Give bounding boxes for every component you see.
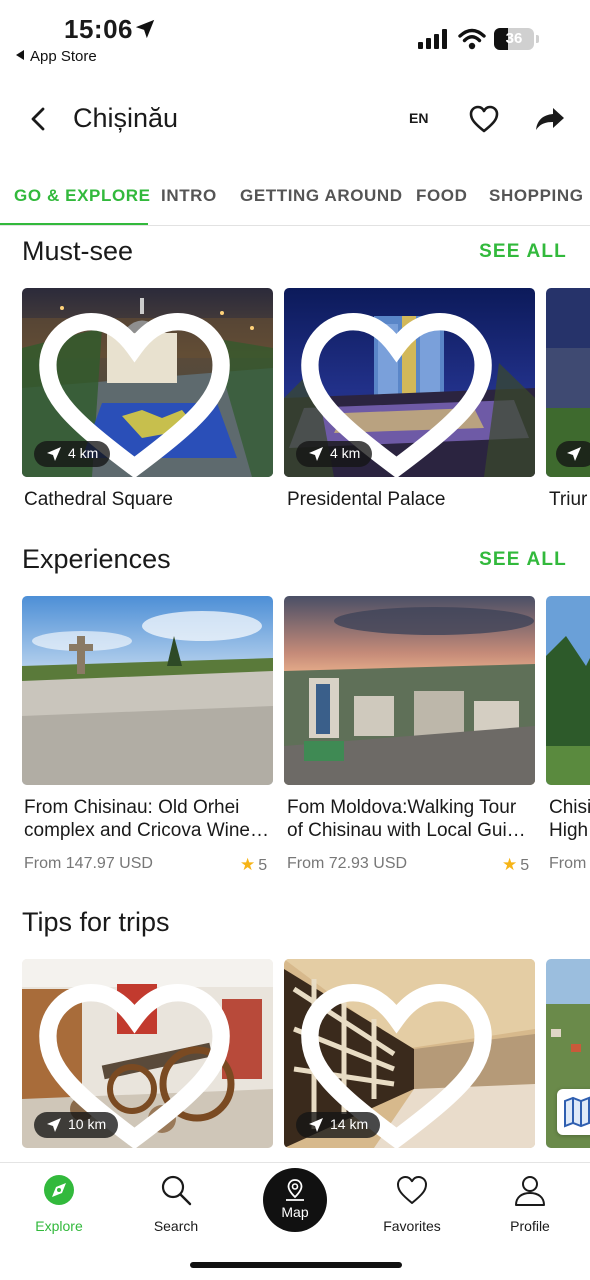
- battery-percent: 36: [505, 30, 523, 47]
- triumphal-arch-image[interactable]: [546, 288, 590, 477]
- language-selector[interactable]: EN: [409, 110, 428, 126]
- experiences-see-all-button[interactable]: SEE ALL: [479, 549, 567, 571]
- presidental-palace-image[interactable]: 4 km: [284, 288, 535, 477]
- rating-value: 5: [258, 857, 268, 874]
- category-tabs: GO & EXPLORE INTRO GETTING AROUND FOOD S…: [0, 172, 590, 226]
- experience-rating: ★ 5: [502, 855, 529, 875]
- experience-title-text: Fom Moldova:Walking Tour of Chisinau wit…: [287, 797, 526, 841]
- nav-explore[interactable]: Explore: [9, 1173, 109, 1234]
- city-aerial-photo: [284, 596, 535, 785]
- card-title-old-orhei[interactable]: From Chisinau: Old Orhei complex and Cri…: [24, 796, 274, 842]
- museum-tip-image[interactable]: 10 km: [22, 959, 273, 1148]
- battery-indicator: 36: [494, 28, 534, 50]
- card-title-walking-tour[interactable]: Fom Moldova:Walking Tour of Chisinau wit…: [287, 796, 537, 842]
- distance-label: 4 km: [330, 445, 361, 461]
- person-icon: [515, 1176, 545, 1206]
- compass-icon: [44, 1175, 74, 1205]
- navigation-arrow-icon: [309, 447, 323, 461]
- navigation-arrow-icon: [47, 1118, 61, 1132]
- navigation-arrow-icon: [309, 1118, 323, 1132]
- distance-badge: [556, 441, 590, 467]
- distance-label: 14 km: [330, 1116, 369, 1132]
- navigation-arrow-icon: [47, 447, 61, 461]
- card-title-third-experience[interactable]: Chisi High: [549, 796, 590, 842]
- distance-label: 4 km: [68, 445, 99, 461]
- walking-tour-image[interactable]: [284, 596, 535, 785]
- nav-favorites[interactable]: Favorites: [362, 1173, 462, 1234]
- distance-badge: 14 km: [296, 1112, 381, 1138]
- home-indicator: [190, 1262, 402, 1268]
- card-title-presidental-palace[interactable]: Presidental Palace: [287, 488, 537, 511]
- tips-title: Tips for trips: [22, 907, 170, 937]
- star-icon: ★: [240, 855, 256, 874]
- battery-tip: [536, 35, 539, 43]
- back-arrow-icon[interactable]: [24, 104, 54, 134]
- nav-label: Search: [153, 1218, 199, 1234]
- tab-intro[interactable]: INTRO: [161, 186, 217, 206]
- nav-profile[interactable]: Profile: [480, 1173, 580, 1234]
- back-app-label: App Store: [30, 48, 97, 65]
- experience-price: From: [549, 855, 587, 872]
- back-to-app-store[interactable]: App Store: [16, 48, 97, 65]
- third-experience-image[interactable]: [546, 596, 590, 785]
- card-title-cathedral-square[interactable]: Cathedral Square: [24, 488, 274, 511]
- cellular-signal-icon: [418, 29, 447, 49]
- tab-getting-around[interactable]: GETTING AROUND: [240, 186, 403, 206]
- location-arrow-icon: [135, 19, 155, 39]
- experiences-title: Experiences: [22, 544, 171, 574]
- distance-badge: 4 km: [34, 441, 111, 467]
- active-tab-indicator: [0, 223, 148, 225]
- tab-food[interactable]: FOOD: [416, 186, 468, 206]
- nav-label: Favorites: [383, 1218, 441, 1234]
- map-pin-icon: [286, 1179, 304, 1201]
- nav-search[interactable]: Search: [126, 1173, 226, 1234]
- share-arrow-icon[interactable]: [534, 104, 566, 134]
- tab-shopping[interactable]: SHOPPING: [489, 186, 584, 206]
- forest-photo: [546, 596, 590, 785]
- back-triangle-icon: [16, 50, 24, 60]
- heart-icon: [397, 1176, 427, 1204]
- map-view-button[interactable]: [557, 1089, 590, 1135]
- favorite-heart-icon[interactable]: [468, 104, 500, 134]
- experience-price: From 72.93 USD: [287, 855, 408, 872]
- nav-map[interactable]: Map: [263, 1168, 327, 1232]
- nav-label: Map: [281, 1204, 309, 1220]
- tab-go-explore[interactable]: GO & EXPLORE: [14, 186, 151, 206]
- wifi-icon: [458, 28, 486, 50]
- folded-map-icon: [564, 1096, 590, 1128]
- distance-label: 10 km: [68, 1116, 107, 1132]
- cathedral-square-image[interactable]: 4 km: [22, 288, 273, 477]
- card-title-triumphal-arch[interactable]: Triur: [549, 488, 590, 511]
- navigation-arrow-icon: [567, 447, 581, 461]
- experience-title-text: From Chisinau: Old Orhei complex and Cri…: [24, 797, 269, 841]
- status-time: 15:06: [64, 14, 133, 44]
- experience-price: From 147.97 USD: [24, 855, 153, 872]
- rating-value: 5: [520, 857, 530, 874]
- star-icon: ★: [502, 855, 518, 874]
- page-title: Chișinău: [73, 103, 179, 133]
- city-header: Chișinău EN: [0, 88, 590, 152]
- status-bar: 15:06 App Store 36: [0, 0, 590, 70]
- old-orhei-image[interactable]: [22, 596, 273, 785]
- nav-label: Profile: [510, 1218, 550, 1234]
- experience-rating: ★ 5: [240, 855, 267, 875]
- nav-label: Explore: [35, 1218, 83, 1234]
- distance-badge: 10 km: [34, 1112, 119, 1138]
- must-see-see-all-button[interactable]: SEE ALL: [479, 241, 567, 263]
- wine-cellar-tip-image[interactable]: 14 km: [284, 959, 535, 1148]
- orhei-photo: [22, 596, 273, 785]
- search-icon: [161, 1175, 192, 1206]
- distance-badge: 4 km: [296, 441, 373, 467]
- must-see-title: Must-see: [22, 236, 134, 266]
